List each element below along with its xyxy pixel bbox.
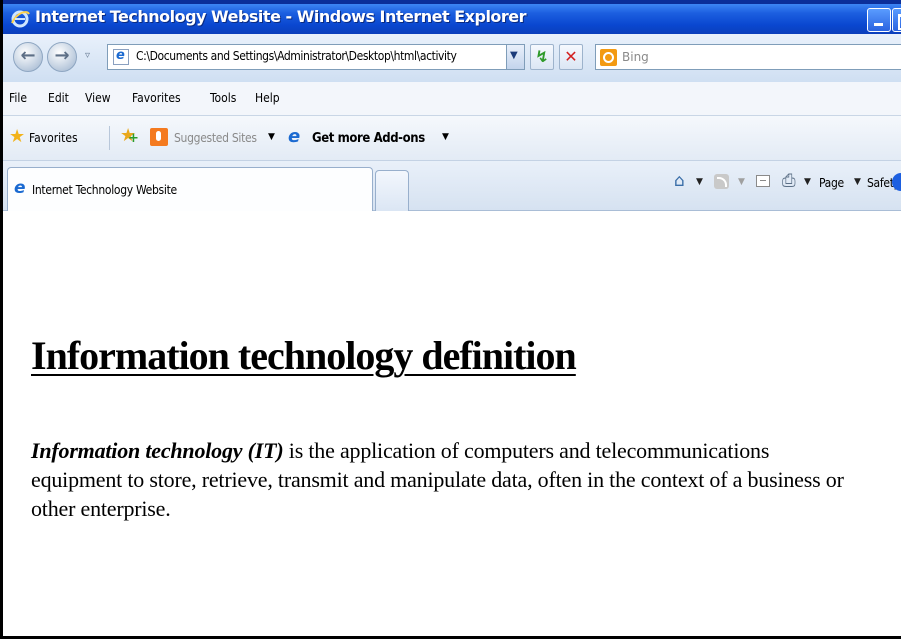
menu-tools[interactable]: Tools xyxy=(210,91,236,105)
browser-window: Internet Technology Website - Windows In… xyxy=(0,0,901,639)
forward-button[interactable]: → xyxy=(47,42,77,72)
favorites-button[interactable]: Favorites xyxy=(29,131,78,145)
menu-help[interactable]: Help xyxy=(255,91,280,105)
back-arrow-icon: ← xyxy=(20,45,36,66)
title-bar: Internet Technology Website - Windows In… xyxy=(3,0,901,34)
suggested-sites-icon xyxy=(150,128,168,146)
forward-arrow-icon: → xyxy=(54,45,70,66)
print-icon[interactable]: ⎙ xyxy=(782,173,796,190)
feeds-icon[interactable] xyxy=(714,174,729,189)
bing-icon xyxy=(600,49,617,66)
get-addons-button[interactable]: Get more Add-ons xyxy=(312,131,425,146)
chevron-down-icon[interactable]: ▼ xyxy=(738,177,745,187)
search-placeholder[interactable]: Bing xyxy=(622,50,649,64)
definition-paragraph: Information technology (IT) is the appli… xyxy=(31,436,901,523)
divider xyxy=(109,126,110,150)
home-icon[interactable]: ⌂ xyxy=(674,173,685,190)
refresh-button[interactable]: ↯ xyxy=(530,44,554,70)
menu-edit[interactable]: Edit xyxy=(48,91,69,105)
chevron-down-icon: ▼ xyxy=(510,50,518,61)
chevron-down-icon[interactable]: ▼ xyxy=(696,177,703,187)
ie-logo-icon xyxy=(11,10,30,28)
menu-file[interactable]: File xyxy=(9,91,27,105)
chevron-down-icon[interactable]: ▼ xyxy=(268,132,275,142)
back-button[interactable]: ← xyxy=(13,42,43,72)
address-dropdown-button[interactable]: ▼ xyxy=(506,45,524,69)
ie-addons-icon: e xyxy=(288,126,301,147)
page-heading: Information technology definition xyxy=(31,333,577,378)
tab-label: Internet Technology Website xyxy=(32,183,177,197)
paragraph-line-3: other enterprise. xyxy=(31,496,171,521)
suggested-sites-button[interactable]: Suggested Sites xyxy=(174,131,257,145)
stop-button[interactable]: ✕ xyxy=(559,44,583,70)
paragraph-line-2: equipment to store, retrieve, transmit a… xyxy=(31,467,844,492)
paragraph-line-1: Information technology (IT) is the appli… xyxy=(31,436,901,465)
stop-icon: ✕ xyxy=(564,47,578,66)
paragraph-lead: Information technology (IT) xyxy=(31,438,284,463)
recent-pages-dropdown[interactable]: ▿ xyxy=(85,50,90,61)
refresh-icon: ↯ xyxy=(535,47,549,66)
ie-tab-icon: e xyxy=(14,178,26,198)
menu-bar: File Edit View Favorites Tools Help xyxy=(3,82,901,116)
chevron-down-icon[interactable]: ▼ xyxy=(854,177,861,187)
address-bar[interactable]: e C:\Documents and Settings\Administrato… xyxy=(107,44,525,70)
mail-icon[interactable] xyxy=(756,175,770,187)
favorites-bar: ★ Favorites ★ Suggested Sites ▼ e Get mo… xyxy=(3,116,901,161)
new-tab-button[interactable] xyxy=(375,170,409,211)
search-box[interactable]: Bing xyxy=(595,44,901,70)
page-content: Information technology definition Inform… xyxy=(6,212,901,636)
page-menu[interactable]: Page xyxy=(819,176,844,190)
favorites-star-icon: ★ xyxy=(9,126,26,147)
tab-row: e Internet Technology Website ⌂ ▼ ▼ ⎙ ▼ … xyxy=(3,161,901,211)
maximize-button[interactable] xyxy=(892,8,901,32)
menu-view[interactable]: View xyxy=(85,91,111,105)
address-url[interactable]: C:\Documents and Settings\Administrator\… xyxy=(136,49,496,63)
menu-favorites[interactable]: Favorites xyxy=(132,91,181,105)
window-title: Internet Technology Website - Windows In… xyxy=(35,7,527,26)
minimize-button[interactable] xyxy=(867,8,891,32)
paragraph-line-1-rest: is the application of computers and tele… xyxy=(283,438,770,463)
address-toolbar: ← → ▿ e C:\Documents and Settings\Admini… xyxy=(3,34,901,82)
tab-active[interactable]: e Internet Technology Website xyxy=(7,167,373,211)
chevron-down-icon[interactable]: ▼ xyxy=(442,132,449,142)
add-to-favorites-icon[interactable]: ★ xyxy=(120,127,139,149)
chevron-down-icon[interactable]: ▼ xyxy=(804,177,811,187)
ie-page-icon: e xyxy=(113,48,129,65)
